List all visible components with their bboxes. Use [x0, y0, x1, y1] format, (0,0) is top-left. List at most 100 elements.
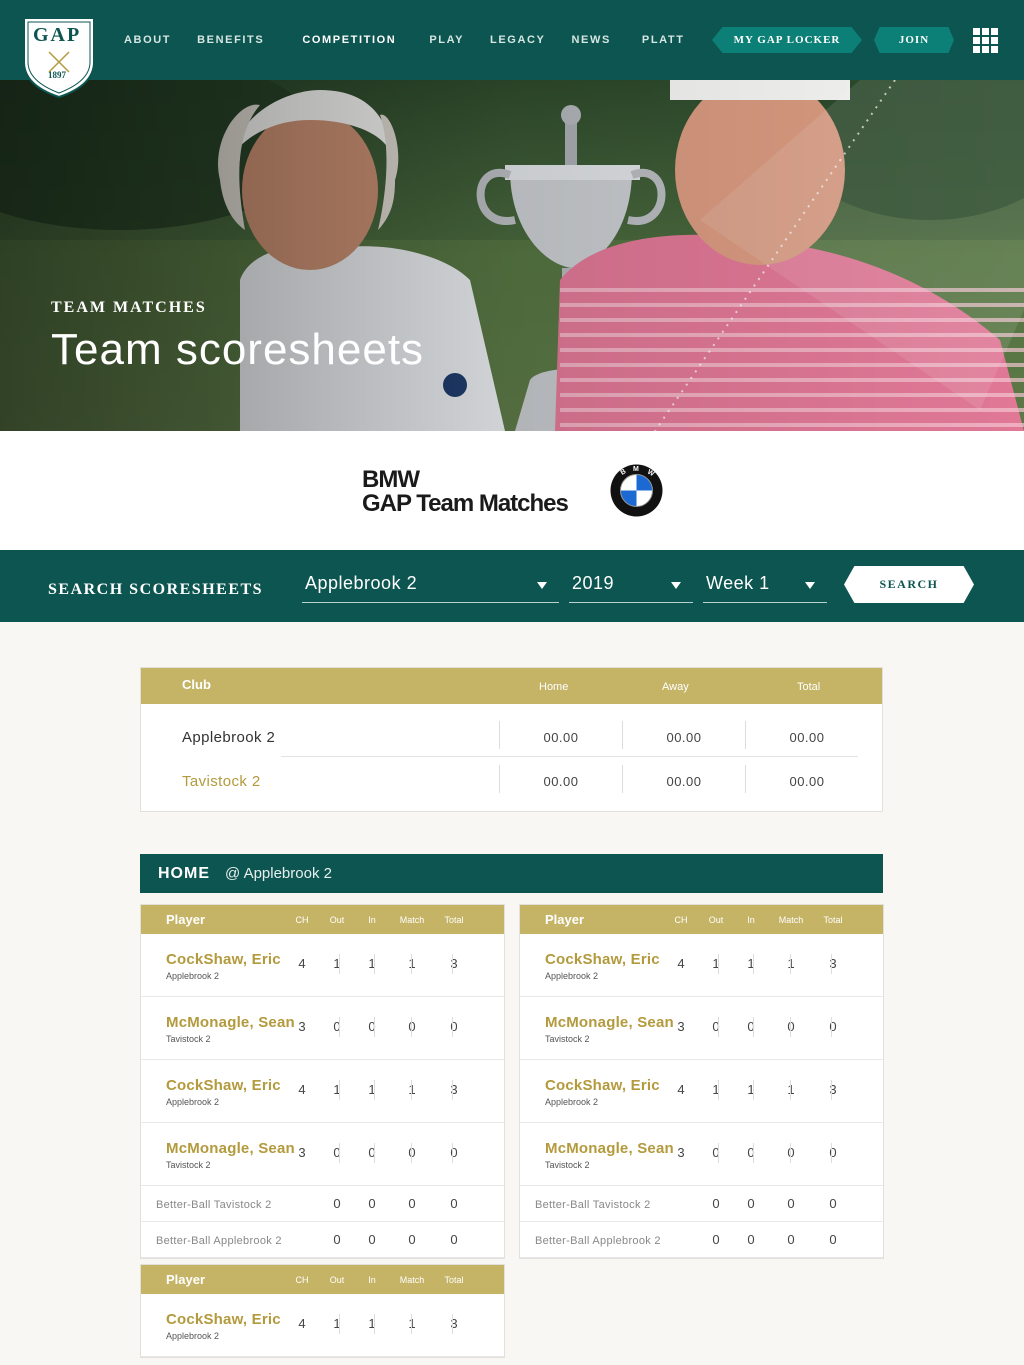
player-name[interactable]: CockShaw, Eric	[545, 951, 660, 968]
divider	[718, 954, 719, 974]
divider	[374, 1017, 375, 1037]
player-club: Applebrook 2	[166, 1331, 220, 1341]
divider	[790, 1080, 791, 1100]
betterball-label: Better-Ball Applebrook 2	[156, 1235, 282, 1247]
player-name[interactable]: CockShaw, Eric	[166, 1311, 281, 1328]
header-in: In	[368, 1275, 376, 1285]
player-row[interactable]: CockShaw, Eric Applebrook 2 4 1 1 1 3	[141, 934, 504, 997]
score-match: 0	[771, 1145, 811, 1160]
score-match: 1	[392, 1316, 432, 1331]
player-row[interactable]: CockShaw, Eric Applebrook 2 4 1 1 1 3	[520, 1060, 883, 1123]
score-total: 0	[829, 1145, 837, 1160]
header-player: Player	[166, 1272, 206, 1287]
sponsor-text: BMW GAP Team Matches	[362, 468, 569, 516]
bmw-m: M	[633, 466, 639, 473]
header-player: Player	[545, 912, 585, 927]
join-button[interactable]: JOIN	[874, 27, 954, 53]
player-club: Tavistock 2	[545, 1160, 590, 1170]
divider	[281, 756, 858, 757]
divider	[411, 1143, 412, 1163]
score-ch: 4	[298, 1316, 306, 1331]
player-name[interactable]: CockShaw, Eric	[166, 951, 281, 968]
player-row[interactable]: CockShaw, Eric Applebrook 2 4 1 1 1 3	[141, 1294, 504, 1357]
player-name[interactable]: CockShaw, Eric	[166, 1077, 281, 1094]
divider	[452, 1143, 453, 1163]
score-match: 1	[771, 956, 811, 971]
logo-year: 1897	[48, 70, 66, 80]
player-row[interactable]: McMonagle, Sean Tavistock 2 3 0 0 0 0	[141, 1123, 504, 1186]
summary-header: Club Home Away Total	[141, 668, 882, 704]
nav-legacy[interactable]: LEGACY	[490, 34, 545, 46]
divider	[452, 1080, 453, 1100]
chevron-down-icon	[671, 582, 681, 589]
hero-eyebrow: TEAM MATCHES	[51, 299, 207, 316]
betterball-out: 0	[333, 1232, 341, 1247]
header-player: Player	[166, 912, 206, 927]
score-out: 1	[333, 1082, 341, 1097]
year-select[interactable]: 2019	[569, 570, 693, 603]
player-club: Applebrook 2	[166, 1097, 220, 1107]
divider	[374, 1143, 375, 1163]
player-name[interactable]: McMonagle, Sean	[166, 1140, 295, 1157]
summary-header-total: Total	[797, 681, 821, 693]
divider	[718, 1080, 719, 1100]
score-in: 1	[368, 1316, 376, 1331]
betterball-out: 0	[333, 1196, 341, 1211]
player-name[interactable]: CockShaw, Eric	[545, 1077, 660, 1094]
nav-competition[interactable]: COMPETITION	[302, 34, 396, 46]
betterball-row: Better-Ball Tavistock 2 0 0 0 0	[141, 1186, 504, 1222]
player-name[interactable]: McMonagle, Sean	[545, 1140, 674, 1157]
chevron-down-icon	[537, 582, 547, 589]
score-match: 1	[392, 956, 432, 971]
summary-home-value: 00.00	[543, 730, 579, 745]
summary-away-value: 00.00	[666, 730, 702, 745]
header-ch: CH	[295, 915, 309, 925]
player-club: Applebrook 2	[166, 971, 220, 981]
score-out: 0	[712, 1019, 720, 1034]
header-out: Out	[329, 915, 345, 925]
player-row[interactable]: CockShaw, Eric Applebrook 2 4 1 1 1 3	[520, 934, 883, 997]
betterball-match: 0	[787, 1232, 795, 1247]
score-out: 1	[333, 1316, 341, 1331]
player-name[interactable]: McMonagle, Sean	[545, 1014, 674, 1031]
header-out: Out	[708, 915, 724, 925]
summary-row: Applebrook 2 00.00 00.00 00.00	[141, 715, 882, 759]
nav-benefits[interactable]: BENEFITS	[197, 34, 264, 46]
player-row[interactable]: McMonagle, Sean Tavistock 2 3 0 0 0 0	[520, 1123, 883, 1186]
week-select[interactable]: Week 1	[703, 570, 827, 603]
search-button[interactable]: SEARCH	[844, 566, 974, 603]
nav-news[interactable]: NEWS	[571, 34, 610, 46]
betterball-total: 0	[829, 1196, 837, 1211]
page-title: Team scoresheets	[51, 325, 425, 374]
player-row[interactable]: CockShaw, Eric Applebrook 2 4 1 1 1 3	[141, 1060, 504, 1123]
score-in: 0	[368, 1145, 376, 1160]
divider	[831, 954, 832, 974]
score-in: 1	[368, 956, 376, 971]
club-select[interactable]: Applebrook 2	[302, 570, 559, 603]
scoresheet-header: Player CH Out In Match Total	[141, 1265, 504, 1294]
hero-photo	[0, 80, 1024, 431]
betterball-match: 0	[408, 1196, 416, 1211]
divider	[831, 1143, 832, 1163]
betterball-match: 0	[408, 1232, 416, 1247]
player-row[interactable]: McMonagle, Sean Tavistock 2 3 0 0 0 0	[520, 997, 883, 1060]
nav-platt[interactable]: PLATT	[642, 34, 685, 46]
nav-about[interactable]: ABOUT	[124, 34, 171, 46]
divider	[411, 1314, 412, 1334]
score-match: 0	[771, 1019, 811, 1034]
divider	[374, 954, 375, 974]
player-row[interactable]: McMonagle, Sean Tavistock 2 3 0 0 0 0	[141, 997, 504, 1060]
header-total: Total	[823, 915, 843, 925]
home-section-header: HOME @ Applebrook 2	[140, 854, 883, 893]
divider	[790, 1143, 791, 1163]
summary-total-value: 00.00	[789, 774, 825, 789]
player-name[interactable]: McMonagle, Sean	[166, 1014, 295, 1031]
nav-play[interactable]: PLAY	[429, 34, 464, 46]
grid-menu-icon[interactable]	[973, 28, 998, 53]
score-ch: 4	[677, 1082, 685, 1097]
divider	[790, 1017, 791, 1037]
score-ch: 3	[677, 1019, 685, 1034]
my-gap-locker-button[interactable]: MY GAP LOCKER	[712, 27, 862, 53]
score-in: 0	[747, 1019, 755, 1034]
divider	[374, 1080, 375, 1100]
